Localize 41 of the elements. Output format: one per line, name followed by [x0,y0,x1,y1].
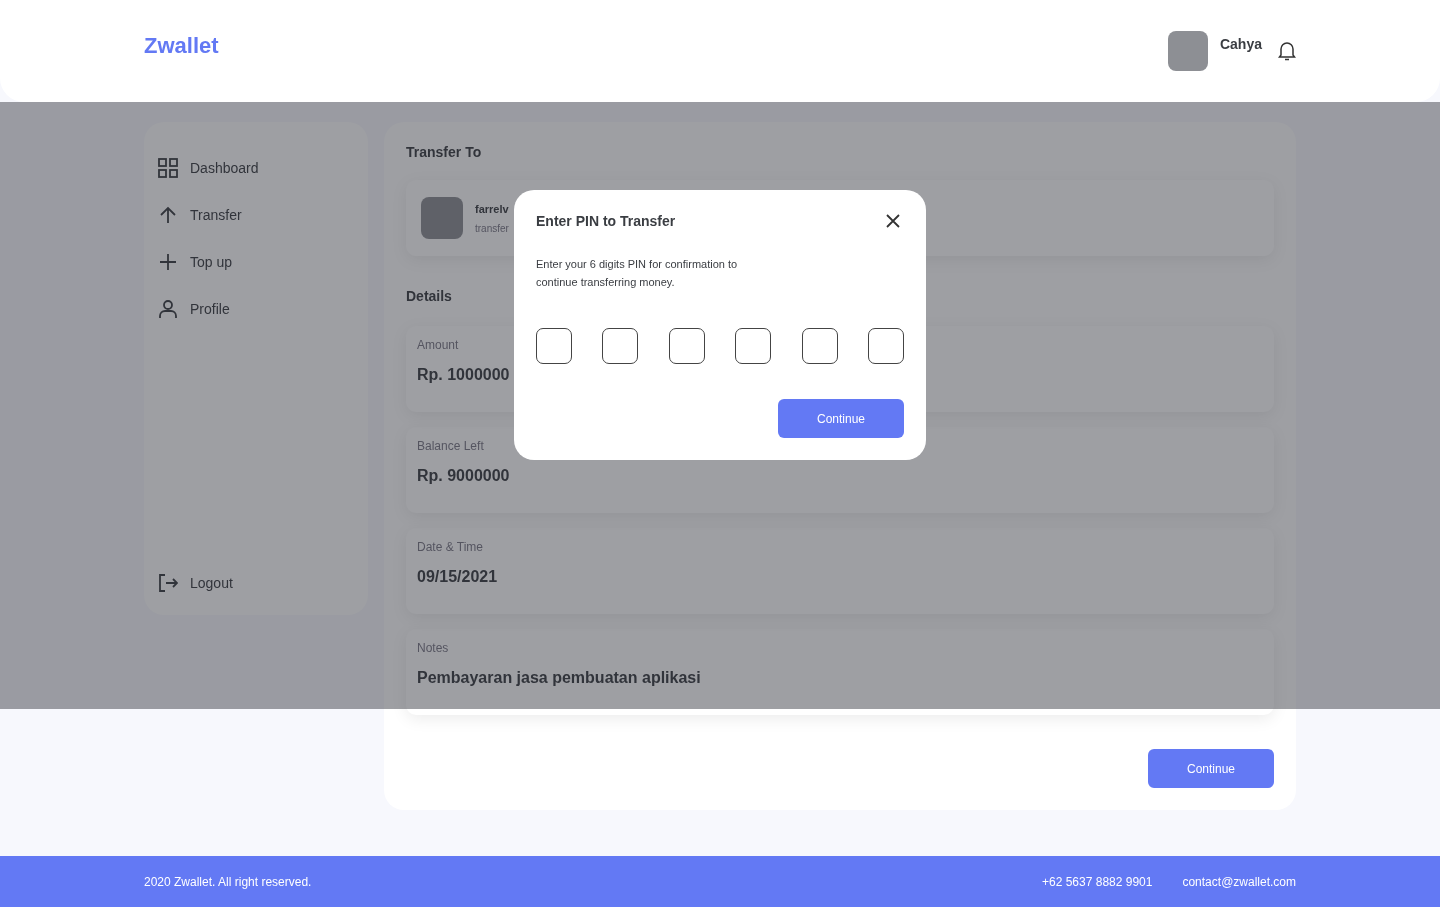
detail-value: Rp. 9000000 [417,467,511,485]
detail-value: 09/15/2021 [417,568,499,586]
user-icon [158,299,178,319]
close-icon[interactable] [886,214,900,228]
phone-text: +62 5637 8882 9901 [1042,874,1153,889]
user-name: Cahya [1219,36,1262,52]
bell-icon[interactable] [1278,41,1296,61]
detail-value: Rp. 1000000 [417,366,511,384]
recipient-name: farrelv [475,202,509,215]
continue-button[interactable]: Continue [1148,749,1274,788]
avatar-photo[interactable] [1167,31,1208,71]
continue-button[interactable]: Continue [778,399,904,438]
email-text: contact@zwallet.com [1182,874,1296,889]
sidebar-item[interactable]: Transfer [158,205,368,225]
plus-icon [158,252,178,272]
pin-input[interactable] [867,328,904,364]
detail-label: Balance Left [417,439,485,453]
pin-input[interactable] [735,328,772,364]
logo[interactable]: Zwallet [144,33,219,59]
sidebar-item[interactable]: Profile [158,299,368,319]
grid-icon [158,158,178,178]
pin-input[interactable] [536,328,572,364]
copyright-text: 2020 Zwallet. All right reserved. [144,874,312,889]
recipient-subtitle: transfer [475,222,509,234]
pin-input[interactable] [602,328,639,364]
pin-input[interactable] [801,328,838,364]
dialog-text: Enter your 6 digits PIN for confirmation to continue transferring money. [536,257,739,290]
logout-icon [158,573,178,593]
dialog-title: Enter PIN to Transfer [536,213,676,229]
arrow-up-icon [158,205,178,225]
avatar-photo [421,197,463,239]
sidebar-item[interactable]: Dashboard [158,158,368,178]
detail-label: Amount [417,338,460,352]
detail-label: Notes [417,641,450,655]
sidebar-item[interactable]: Top up [158,252,368,272]
detail-label: Date & Time [417,540,485,554]
pin-input[interactable] [668,328,705,364]
section-title: Transfer To [406,144,483,160]
logout-item[interactable]: Logout [158,573,368,593]
detail-value: Pembayaran jasa pembuatan aplikasi [417,669,702,687]
section-title: Details [406,288,453,304]
